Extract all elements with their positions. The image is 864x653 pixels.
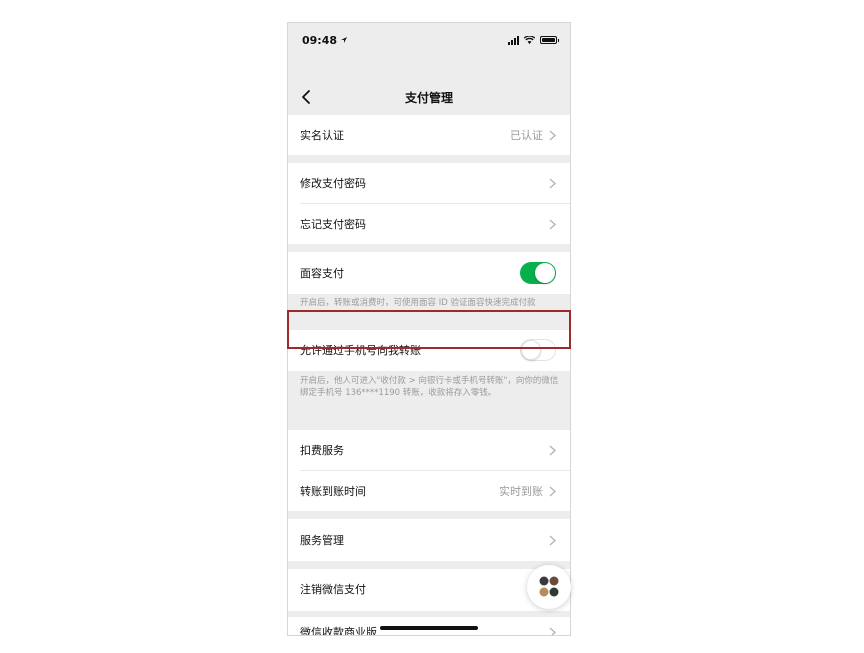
chevron-right-icon xyxy=(549,178,556,188)
chevron-right-icon xyxy=(549,445,556,455)
signal-icon xyxy=(508,35,519,45)
row-deduction[interactable]: 扣费服务 xyxy=(288,430,570,470)
group-face-pay: 面容支付 xyxy=(288,252,570,294)
group-phone-transfer: 允许通过手机号向我转账 xyxy=(288,330,570,371)
face-pay-toggle[interactable] xyxy=(520,262,556,284)
chevron-right-icon xyxy=(549,535,556,545)
floating-window-button[interactable] xyxy=(527,565,571,609)
battery-icon xyxy=(540,36,559,44)
row-change-password-label: 修改支付密码 xyxy=(300,177,366,190)
face-pay-note: 开启后，转账或消费时，可使用面容 ID 验证面容快速完成付款 xyxy=(300,298,536,308)
floating-window-icon xyxy=(539,576,559,597)
home-indicator[interactable] xyxy=(380,626,478,630)
chevron-right-icon xyxy=(549,219,556,229)
location-arrow-icon xyxy=(341,37,348,43)
row-arrival-time[interactable]: 转账到账时间 实时到账 xyxy=(288,471,570,511)
group-verification: 实名认证 已认证 xyxy=(288,115,570,155)
row-change-password[interactable]: 修改支付密码 xyxy=(288,163,570,203)
status-bar: 09:48 xyxy=(288,23,570,57)
phone-transfer-toggle[interactable] xyxy=(520,339,556,361)
row-real-name-label: 实名认证 xyxy=(300,129,344,142)
group-service-mgmt: 服务管理 xyxy=(288,519,570,561)
row-face-pay: 面容支付 xyxy=(288,253,570,293)
group-services: 扣费服务 转账到账时间 实时到账 xyxy=(288,430,570,511)
wifi-icon xyxy=(524,36,535,44)
chevron-right-icon xyxy=(549,130,556,140)
row-phone-transfer-label: 允许通过手机号向我转账 xyxy=(300,344,421,357)
row-service-mgmt-label: 服务管理 xyxy=(300,534,344,547)
group-password: 修改支付密码 忘记支付密码 xyxy=(288,163,570,244)
chevron-right-icon xyxy=(549,486,556,496)
phone-transfer-note: 开启后，他人可进入"收付款 > 向银行卡或手机号转账"，向你的微信绑定手机号 1… xyxy=(300,376,559,398)
row-face-pay-label: 面容支付 xyxy=(300,267,344,280)
row-forgot-password-label: 忘记支付密码 xyxy=(300,218,366,231)
page-title: 支付管理 xyxy=(404,90,453,105)
row-forgot-password[interactable]: 忘记支付密码 xyxy=(288,204,570,244)
row-real-name-value: 已认证 xyxy=(510,129,543,142)
row-deduction-label: 扣费服务 xyxy=(300,444,344,457)
row-arrival-time-value: 实时到账 xyxy=(499,485,543,498)
row-service-mgmt[interactable]: 服务管理 xyxy=(288,520,570,560)
row-arrival-time-label: 转账到账时间 xyxy=(300,485,366,498)
chevron-right-icon xyxy=(549,627,556,635)
phone-screen: 09:48 支付管理 实名认证 已认证 修改支付密码 忘记支付密码 面容支付 开… xyxy=(287,22,571,636)
nav-bar: 支付管理 xyxy=(288,79,570,115)
back-arrow-icon[interactable] xyxy=(299,88,315,106)
row-phone-transfer: 允许通过手机号向我转账 xyxy=(288,330,570,370)
status-time: 09:48 xyxy=(302,33,338,47)
row-merchant-label: 微信收款商业版 xyxy=(300,626,377,636)
row-real-name[interactable]: 实名认证 已认证 xyxy=(288,115,570,155)
row-cancel-pay-label: 注销微信支付 xyxy=(300,583,366,596)
